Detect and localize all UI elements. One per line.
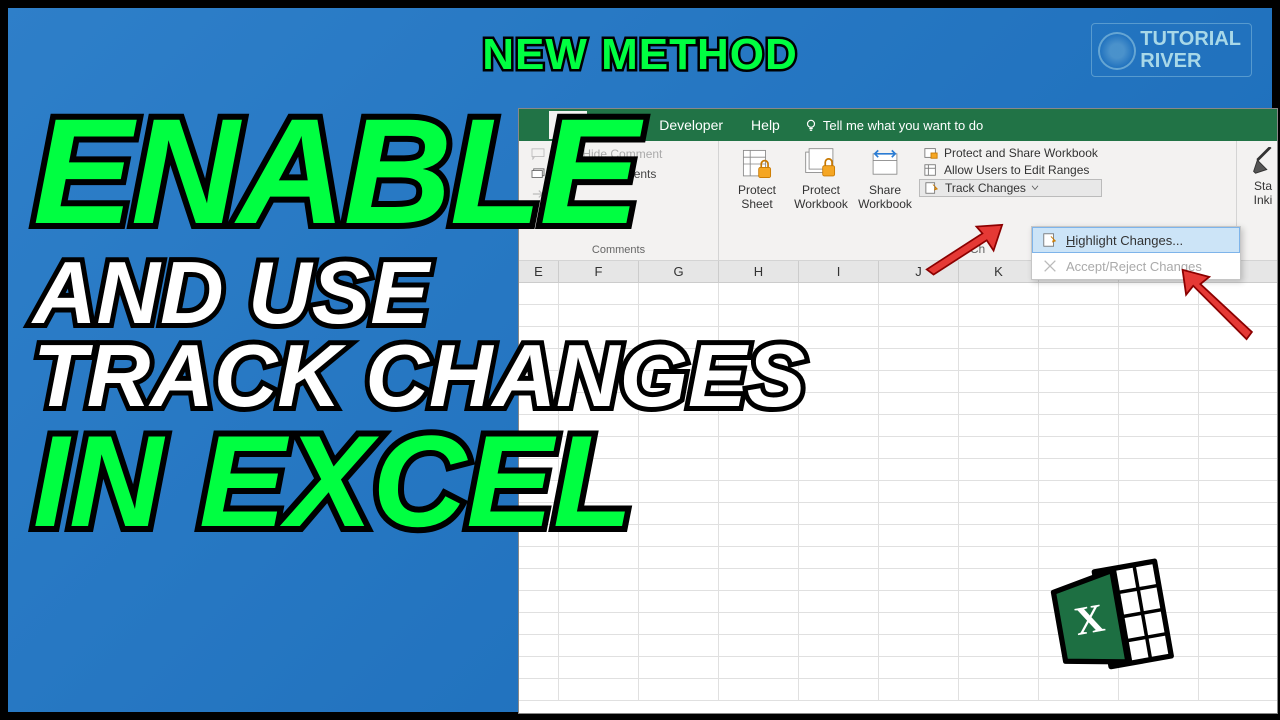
btn-share-workbook[interactable]: Share Workbook	[855, 145, 915, 214]
workbook-lock-icon	[804, 147, 838, 181]
watermark-line2: RIVER	[1140, 50, 1241, 72]
btn-allow-edit-ranges[interactable]: Allow Users to Edit Ranges	[919, 162, 1102, 178]
badge-new-method: NEW METHOD	[482, 30, 798, 80]
tell-me-label: Tell me what you want to do	[823, 118, 983, 133]
ink-pen-icon	[1248, 147, 1278, 177]
title-in-excel: IN EXCEL	[33, 423, 805, 540]
excel-logo-icon: X	[1031, 541, 1193, 703]
title-block: ENABLE AND USE TRACK CHANGES IN EXCEL	[33, 108, 805, 540]
group-ink: Sta Inki	[1237, 141, 1277, 260]
btn-protect-share-workbook[interactable]: Protect and Share Workbook	[919, 145, 1102, 161]
highlight-changes-icon	[1042, 232, 1058, 248]
edit-ranges-icon	[923, 163, 939, 177]
share-workbook-icon	[868, 147, 902, 181]
chevron-down-icon	[1031, 185, 1039, 191]
tell-me-search[interactable]: Tell me what you want to do	[804, 118, 983, 133]
red-arrow-left	[916, 218, 1006, 278]
protect-share-icon	[923, 146, 939, 160]
accept-reject-icon	[1042, 258, 1058, 274]
title-and-use: AND USE	[33, 251, 805, 335]
btn-track-changes[interactable]: Track Changes	[919, 179, 1102, 197]
lightbulb-icon	[804, 118, 818, 132]
track-changes-icon	[924, 181, 940, 195]
col-head-i[interactable]: I	[799, 261, 879, 282]
red-arrow-right	[1166, 268, 1256, 348]
btn-start-inking[interactable]: Sta Inki	[1245, 145, 1280, 210]
menu-highlight-changes[interactable]: HHighlight Changes...ighlight Changes...	[1032, 227, 1240, 253]
title-enable: ENABLE	[33, 108, 805, 236]
title-track-changes: TRACK CHANGES	[33, 334, 805, 418]
watermark-logo: TUTORIAL RIVER	[1091, 23, 1252, 77]
watermark-line1: TUTORIAL	[1140, 28, 1241, 50]
